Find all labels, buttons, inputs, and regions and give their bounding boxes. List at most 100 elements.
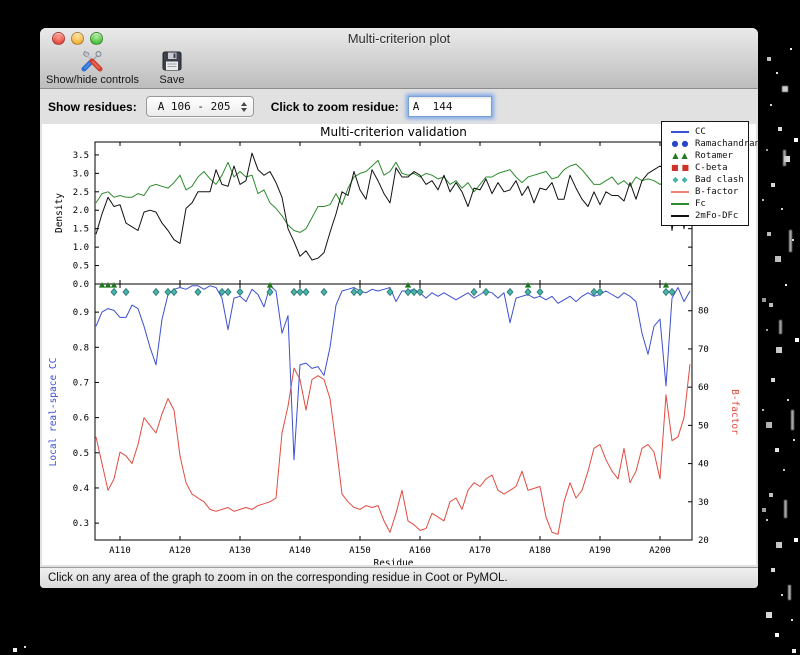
bad-clash-marker xyxy=(236,287,244,297)
legend-line-swatch xyxy=(667,203,693,205)
show-residues-dropdown[interactable]: A 106 - 205 xyxy=(145,96,254,117)
legend-label: Ramachandran xyxy=(695,139,758,149)
close-button[interactable] xyxy=(52,32,65,45)
show-hide-controls-label: Show/hide controls xyxy=(46,74,139,86)
background-noise xyxy=(0,0,2,2)
rotamer-outlier-marker xyxy=(404,282,412,288)
traffic-lights xyxy=(52,32,103,45)
svg-text:3.5: 3.5 xyxy=(73,151,89,161)
svg-text:Multi-criterion validation: Multi-criterion validation xyxy=(320,125,467,139)
title-bar[interactable]: Multi-criterion plot xyxy=(40,28,758,50)
tools-icon xyxy=(81,50,103,72)
window-header: Multi-criterion plot Show/hide controls xyxy=(40,28,758,89)
minimize-button[interactable] xyxy=(71,32,84,45)
svg-text:20: 20 xyxy=(698,536,709,546)
bad-clash-marker xyxy=(164,287,172,297)
plot-legend: CC ● ● Ramachandran ▲ ▲ Rotamer ■ ■ C-beta ◆ ◆ Bad c… xyxy=(661,121,758,226)
series-2mfo-dfc xyxy=(95,152,691,261)
status-text: Click on any area of the graph to zoom i… xyxy=(48,572,508,584)
svg-text:0.9: 0.9 xyxy=(73,308,89,318)
svg-text:A110: A110 xyxy=(109,546,131,556)
bad-clash-marker xyxy=(506,287,514,297)
bad-clash-marker xyxy=(470,287,478,297)
legend-item-b-factor: B-factor xyxy=(667,186,748,198)
legend-item-bad-clash: ◆ ◆ Bad clash xyxy=(667,174,748,186)
svg-text:80: 80 xyxy=(698,307,709,317)
rotamer-outlier-marker xyxy=(104,282,112,288)
svg-text:50: 50 xyxy=(698,421,709,431)
bad-clash-marker xyxy=(296,287,304,297)
svg-text:A160: A160 xyxy=(409,546,431,556)
series-fc xyxy=(95,159,691,233)
svg-text:60: 60 xyxy=(698,383,709,393)
bad-clash-marker xyxy=(194,287,202,297)
bad-clash-marker xyxy=(320,287,328,297)
legend-line-swatch xyxy=(667,215,693,217)
bad-clash-marker xyxy=(110,287,118,297)
legend-item-ramachandran: ● ● Ramachandran xyxy=(667,138,758,150)
zoom-residue-label: Click to zoom residue: xyxy=(270,99,399,114)
app-window: Multi-criterion plot Show/hide controls xyxy=(40,28,758,588)
bad-clash-marker xyxy=(590,287,598,297)
legend-label: Fc xyxy=(695,199,706,209)
window-title: Multi-criterion plot xyxy=(347,31,451,46)
svg-text:A140: A140 xyxy=(289,546,311,556)
svg-text:1.0: 1.0 xyxy=(73,243,89,253)
legend-item-c-beta: ■ ■ C-beta xyxy=(667,162,748,174)
multi-criterion-plot[interactable]: Multi-criterion validation 0.0 0.5 1.0 1.5 2.… xyxy=(42,124,756,569)
svg-text:0.0: 0.0 xyxy=(73,280,89,290)
svg-text:70: 70 xyxy=(698,345,709,355)
legend-label: Bad clash xyxy=(695,175,744,185)
bad-clash-marker xyxy=(224,287,232,297)
svg-text:0.6: 0.6 xyxy=(73,414,89,424)
screenshot-root: { "window": { "title": "Multi-criterion … xyxy=(0,0,800,655)
floppy-save-icon xyxy=(162,51,182,71)
bad-clash-marker xyxy=(524,287,532,297)
svg-text:A170: A170 xyxy=(469,546,491,556)
save-label: Save xyxy=(159,74,185,86)
svg-text:B-factor: B-factor xyxy=(729,389,740,435)
bad-clash-marker xyxy=(152,287,160,297)
bad-clash-marker xyxy=(122,287,130,297)
rotamer-outlier-marker xyxy=(524,282,532,288)
svg-text:Local real-space CC: Local real-space CC xyxy=(48,358,59,467)
legend-circle-icon: ● ● xyxy=(671,139,689,148)
legend-label: Rotamer xyxy=(695,151,733,161)
bad-clash-marker xyxy=(596,287,604,297)
series-cc xyxy=(95,285,691,461)
show-residues-label: Show residues: xyxy=(48,99,137,114)
svg-text:30: 30 xyxy=(698,498,709,508)
rotamer-outlier-marker xyxy=(662,282,670,288)
svg-text:A180: A180 xyxy=(529,546,551,556)
svg-text:A200: A200 xyxy=(649,546,671,556)
legend-triangle-icon: ▲ ▲ xyxy=(672,151,688,160)
svg-text:2.0: 2.0 xyxy=(73,206,89,216)
save-button[interactable]: Save xyxy=(157,48,187,88)
toolbar: Show/hide controls Save xyxy=(40,50,758,88)
series-b-factor xyxy=(95,364,691,535)
zoom-window-button[interactable] xyxy=(90,32,103,45)
legend-label: CC xyxy=(695,127,706,137)
svg-text:1.5: 1.5 xyxy=(73,225,89,235)
svg-text:A130: A130 xyxy=(229,546,251,556)
bad-clash-marker xyxy=(350,287,358,297)
rotamer-outlier-marker xyxy=(98,282,106,288)
legend-item-2mfo-dfc: 2mFo-DFc xyxy=(667,210,748,222)
show-residues-value: A 106 - 205 xyxy=(157,100,231,113)
svg-text:40: 40 xyxy=(698,460,709,470)
dropdown-stepper-icon xyxy=(240,101,247,112)
zoom-residue-input[interactable] xyxy=(407,96,492,117)
svg-text:Density: Density xyxy=(54,193,65,233)
bad-clash-marker xyxy=(662,287,670,297)
legend-label: B-factor xyxy=(695,187,739,197)
bad-clash-marker xyxy=(386,287,394,297)
bad-clash-marker xyxy=(482,287,490,297)
status-bar: Click on any area of the graph to zoom i… xyxy=(40,567,758,588)
svg-text:0.7: 0.7 xyxy=(73,378,89,388)
svg-text:0.5: 0.5 xyxy=(73,262,89,272)
controls-row: Show residues: A 106 - 205 Click to zoom… xyxy=(40,89,758,124)
top-axes-frame xyxy=(94,141,693,285)
show-hide-controls-button[interactable]: Show/hide controls xyxy=(44,48,141,88)
plot-canvas[interactable]: Multi-criterion validation 0.0 0.5 1.0 1.5 2.… xyxy=(42,121,758,569)
rotamer-outlier-marker xyxy=(110,282,118,288)
